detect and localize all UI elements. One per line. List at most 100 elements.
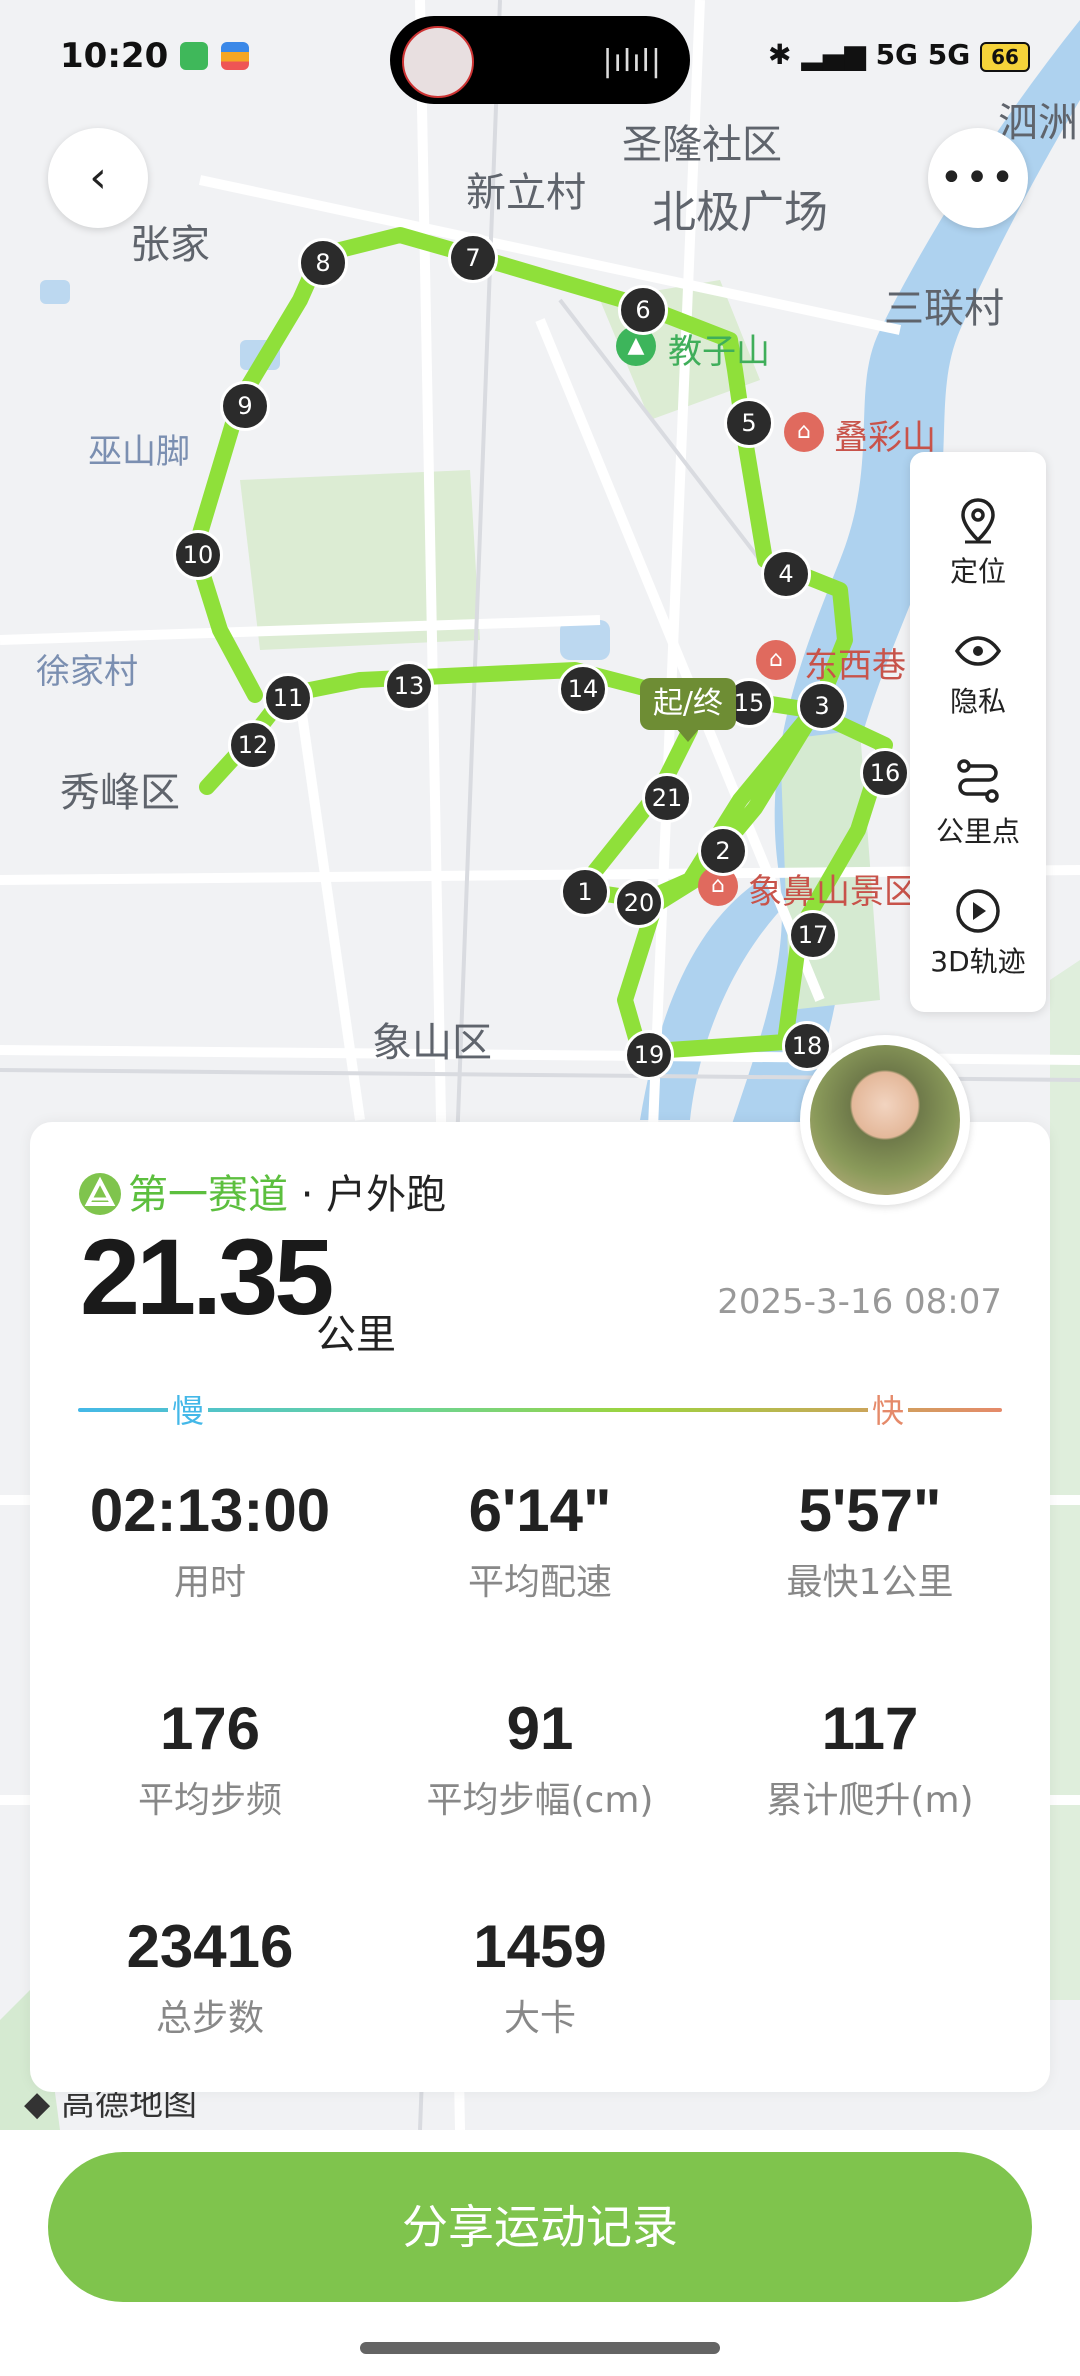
km-marker: 2 [698,826,748,876]
tool-3d-track[interactable]: 3D轨迹 [910,878,1046,1008]
map-label-sanlian: 三联村 [884,286,1004,332]
km-marker: 10 [173,530,223,580]
workout-summary-card: 第一赛道 · 户外跑 21.35 公里 2025-3-16 08:07 慢 快 … [30,1122,1050,2092]
dynamic-island[interactable]: |ılıl| [390,16,690,104]
km-marker: 4 [761,549,811,599]
bluetooth-icon: ✱ [767,38,792,71]
km-marker: 14 [558,664,608,714]
stat-label: 大卡 [503,1998,576,2039]
stat-calories: 1459 大卡 [375,1912,705,2041]
stat-fastest-km: 5'57" 最快1公里 [705,1476,1035,1605]
map-label-zhangjia: 张家 [130,222,210,268]
workout-date: 2025-3-16 08:07 [717,1282,1002,1322]
stat-value: 6'14" [468,1477,612,1544]
tool-locate[interactable]: 定位 [910,488,1046,618]
battery-icon: 66 [980,42,1030,72]
map-label-wushanjiao: 巫山脚 [88,432,190,472]
map-tools-panel: 定位 隐私 公里点 3D轨迹 [910,452,1046,1012]
km-marker: 3 [797,681,847,731]
stat-value: 5'57" [798,1477,942,1544]
km-marker: 6 [618,285,668,335]
km-marker: 19 [624,1030,674,1080]
play-icon [956,889,1000,933]
stat-value: 1459 [473,1913,607,1980]
stat-cadence: 176 平均步频 [45,1694,375,1823]
pace-fast-label: 快 [868,1386,909,1432]
km-marker: 13 [384,661,434,711]
scenic-poi-icon: ⌂ [756,640,796,680]
km-marker: 21 [642,773,692,823]
km-marker: 1 [560,867,610,917]
tool-km-points[interactable]: 公里点 [910,748,1046,878]
km-marker: 5 [724,398,774,448]
brand-line: 第一赛道 · 户外跑 [78,1162,446,1220]
stat-value: 23416 [126,1913,294,1980]
tool-privacy[interactable]: 隐私 [910,618,1046,748]
avatar-photo [810,1045,960,1195]
stat-label: 最快1公里 [786,1562,954,1603]
stat-duration: 02:13:00 用时 [45,1476,375,1605]
map-label-shenglong: 圣隆社区 [622,122,782,168]
stat-label: 总步数 [155,1998,264,2039]
tool-label: 3D轨迹 [930,945,1026,978]
start-end-pointer [676,728,700,742]
tool-label: 定位 [949,555,1006,588]
wallet-app-icon [221,42,250,70]
stat-label: 平均步幅(cm) [426,1780,654,1821]
status-right: ✱ ▂▄▆ 5G 5G 66 [768,38,1030,72]
scenic-poi-icon: ⌂ [784,412,824,452]
pace-gradient-bar [78,1408,1002,1412]
user-avatar[interactable] [800,1035,970,1205]
message-app-icon [180,42,208,70]
share-record-button[interactable]: 分享运动记录 [48,2152,1032,2302]
status-app-icons [172,42,250,70]
back-button[interactable]: ‹ [48,128,148,228]
stat-value: 176 [159,1695,261,1762]
km-marker: 17 [788,910,838,960]
more-icon: ••• [939,155,1017,201]
more-button[interactable]: ••• [928,128,1028,228]
map-label-xinli: 新立村 [466,170,586,216]
start-end-marker[interactable]: 起/终 [640,678,736,730]
stat-stride: 91 平均步幅(cm) [375,1694,705,1823]
km-marker: 12 [228,720,278,770]
status-time: 10:20 [60,36,169,76]
audio-wave-icon: |ılıl| [602,44,662,79]
location-pin-icon [961,498,995,544]
route-points-icon [957,759,999,803]
map-label-xujiacun: 徐家村 [36,652,138,692]
chevron-left-icon: ‹ [89,152,107,203]
km-marker: 11 [263,673,313,723]
map-label-xiufeng: 秀峰区 [60,770,180,816]
stat-label: 平均配速 [467,1562,612,1603]
distance-unit: 公里 [316,1312,396,1358]
stat-elevation: 117 累计爬升(m) [705,1694,1035,1823]
km-marker: 20 [614,878,664,928]
stat-label: 累计爬升(m) [766,1780,974,1821]
map-label-xiangbishan: 象鼻山景区 [748,872,918,912]
km-marker: 9 [220,381,270,431]
activity-type: · 户外跑 [300,1172,447,1218]
stat-value: 02:13:00 [89,1477,331,1544]
map-label-dongxixiang: 东西巷 [804,646,906,686]
home-indicator [360,2342,720,2354]
pace-slow-label: 慢 [168,1386,209,1432]
km-marker: 7 [448,233,498,283]
brand-logo-icon [79,1173,121,1215]
stat-value: 117 [821,1695,919,1762]
map-label-xiangshan: 象山区 [372,1020,492,1066]
island-avatar [402,26,474,98]
tool-label: 隐私 [949,685,1006,718]
km-marker: 16 [860,748,910,798]
stat-label: 用时 [173,1562,246,1603]
stat-avg-pace: 6'14" 平均配速 [375,1476,705,1605]
stat-value: 91 [506,1695,574,1762]
brand-name: 第一赛道 [128,1172,288,1218]
network-label: 5G 5G [875,38,971,71]
map-label-jiaozishan: 教子山 [668,332,770,372]
stat-steps: 23416 总步数 [45,1912,375,2041]
stat-label: 平均步频 [137,1780,282,1821]
km-marker: 8 [298,238,348,288]
eye-icon [954,636,1002,666]
signal-icon: ▂▄▆ [801,38,866,71]
